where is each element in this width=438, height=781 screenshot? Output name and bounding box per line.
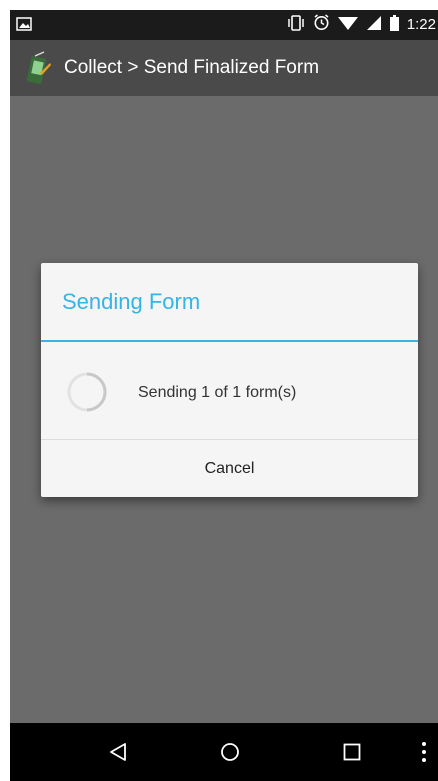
collect-app-icon: [26, 51, 52, 85]
overflow-menu-icon[interactable]: [414, 723, 434, 781]
navigation-bar: [10, 723, 438, 781]
battery-icon: [389, 14, 399, 35]
signal-icon: [366, 15, 382, 35]
dialog-message: Sending 1 of 1 form(s): [138, 384, 297, 401]
progress-spinner-icon: [66, 371, 108, 413]
status-time: 1:22: [406, 16, 436, 33]
wifi-icon: [337, 15, 358, 35]
top-border: [0, 0, 438, 10]
dialog-title-divider: [41, 340, 418, 342]
alarm-icon: [313, 14, 330, 35]
status-bar: 1:22: [10, 10, 438, 40]
home-icon[interactable]: [210, 723, 250, 781]
cancel-button[interactable]: Cancel: [41, 440, 418, 497]
vibrate-icon: [287, 14, 305, 35]
back-icon[interactable]: [98, 723, 138, 781]
recents-icon[interactable]: [332, 723, 372, 781]
app-bar: Collect > Send Finalized Form: [10, 40, 438, 96]
app-title: Collect > Send Finalized Form: [64, 57, 320, 78]
progress-dialog: Sending Form Sending 1 of 1 form(s) Canc…: [41, 263, 418, 497]
image-icon: [16, 17, 32, 36]
dialog-title: Sending Form: [62, 289, 201, 314]
